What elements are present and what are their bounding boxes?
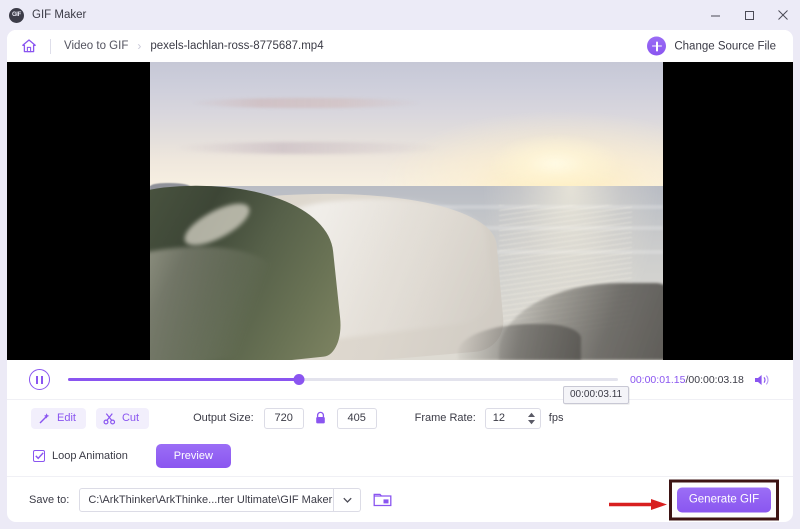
loop-row: Loop Animation Preview: [7, 436, 793, 476]
preview-sun: [488, 133, 622, 194]
options-row: Edit Cut Output Size: 720 405 Frame Rate…: [7, 400, 793, 436]
close-icon[interactable]: [766, 0, 800, 30]
plus-circle-icon: [647, 36, 667, 56]
magic-wand-icon: [39, 412, 50, 423]
chevron-down-icon[interactable]: [334, 487, 362, 512]
playback-bar: 00:00:01.15/00:00:03.18: [7, 360, 793, 400]
breadcrumb-section[interactable]: Video to GIF: [64, 40, 128, 52]
output-height-input[interactable]: 405: [336, 407, 377, 429]
loop-animation-checkbox[interactable]: [33, 450, 45, 462]
progress-fill: [68, 378, 299, 381]
folder-open-icon[interactable]: [373, 492, 392, 508]
gif-maker-window: GIF GIF Maker Video to GIF › pexels-lach…: [0, 0, 800, 529]
save-row: Save to: C:\ArkThinker\ArkThinke...rter …: [7, 476, 793, 522]
fps-unit-label: fps: [548, 412, 564, 424]
lock-icon[interactable]: [314, 411, 327, 425]
generate-gif-button[interactable]: Generate GIF: [677, 487, 771, 512]
frame-rate-label: Frame Rate:: [414, 412, 476, 424]
title-bar: GIF GIF Maker: [0, 0, 800, 30]
preview-button[interactable]: Preview: [155, 444, 231, 468]
output-width-input[interactable]: 720: [263, 407, 304, 429]
change-source-file-label: Change Source File: [674, 40, 776, 52]
frame-rate-stepper[interactable]: 12: [484, 407, 541, 429]
red-arrow-icon: [609, 499, 667, 510]
edit-button[interactable]: Edit: [31, 407, 86, 429]
checkmark-icon: [34, 452, 44, 460]
pause-icon[interactable]: [29, 369, 50, 390]
progress-slider[interactable]: [68, 373, 618, 387]
volume-icon[interactable]: [754, 373, 771, 387]
cut-button[interactable]: Cut: [95, 407, 150, 429]
save-to-label: Save to:: [29, 493, 70, 506]
maximize-icon[interactable]: [732, 0, 766, 30]
breadcrumb-divider: [50, 38, 51, 54]
loop-animation-label: Loop Animation: [52, 450, 128, 462]
breadcrumb-bar: Video to GIF › pexels-lachlan-ross-87756…: [7, 30, 793, 62]
frame-rate-value: 12: [492, 412, 506, 424]
preview-cloud-band: [191, 97, 422, 109]
minimize-icon[interactable]: [698, 0, 732, 30]
main-panel: Video to GIF › pexels-lachlan-ross-87756…: [7, 30, 793, 522]
spinner-arrows-icon[interactable]: [527, 412, 536, 425]
total-time: 00:00:03.18: [688, 373, 744, 386]
gif-circle-icon: GIF: [9, 7, 24, 23]
save-path-input[interactable]: C:\ArkThinker\ArkThinke...rter Ultimate\…: [79, 487, 335, 512]
output-size-label: Output Size:: [193, 412, 254, 424]
video-preview[interactable]: [150, 62, 663, 360]
scissors-icon: [103, 412, 116, 425]
time-readout: 00:00:01.15/00:00:03.18: [630, 374, 744, 386]
window-controls: [698, 0, 800, 30]
timeline-tooltip: 00:00:03.11: [563, 386, 630, 404]
video-stage: [7, 62, 793, 360]
generate-gif-highlight: Generate GIF: [669, 479, 779, 520]
home-icon[interactable]: [21, 38, 37, 54]
window-title: GIF Maker: [32, 9, 87, 21]
edit-label: Edit: [57, 412, 76, 424]
current-time: 00:00:01.15: [630, 373, 686, 386]
cut-label: Cut: [121, 412, 140, 424]
progress-handle[interactable]: [293, 374, 305, 385]
change-source-file-button[interactable]: Change Source File: [647, 36, 776, 56]
breadcrumb-file: pexels-lachlan-ross-8775687.mp4: [150, 40, 324, 52]
chevron-right-icon: ›: [137, 39, 142, 53]
